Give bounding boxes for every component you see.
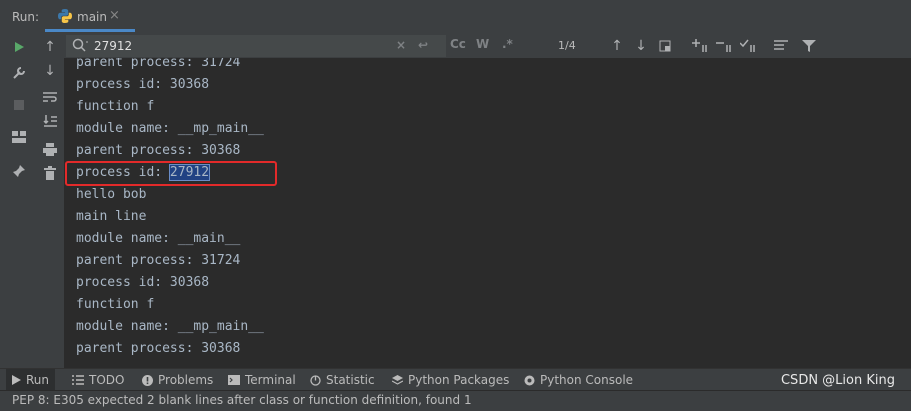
clear-search-icon[interactable]: × <box>396 38 406 52</box>
tool-tab-run[interactable]: Run <box>6 369 56 391</box>
console-line: module name: __mp_main__ <box>76 121 264 136</box>
add-occurrence-icon[interactable] <box>692 37 710 55</box>
tool-tab-python-console[interactable]: Python Console <box>524 373 633 387</box>
toggle-select-occurrence-icon[interactable] <box>740 37 758 55</box>
console-line: function f <box>76 99 155 114</box>
match-count: 1/4 <box>558 39 576 52</box>
tool-tab-statistic[interactable]: Statistic <box>310 373 375 387</box>
tool-tab-python-packages-label: Python Packages <box>408 373 510 387</box>
scroll-to-end-icon[interactable] <box>41 112 59 130</box>
tool-window-bar: Run TODO Problems Terminal Statistic Pyt… <box>0 368 911 391</box>
soft-wrap-icon[interactable] <box>41 88 59 106</box>
tool-tab-todo-label: TODO <box>89 373 125 387</box>
console-line: process id: 30368 <box>76 275 210 290</box>
tool-tab-python-console-label: Python Console <box>540 373 634 387</box>
list-icon <box>72 375 84 385</box>
statistic-icon <box>310 374 321 386</box>
run-label: Run: <box>12 10 40 24</box>
arrow-down-icon[interactable]: ↓ <box>41 62 59 80</box>
stop-icon[interactable] <box>10 96 28 114</box>
tool-tab-run-label: Run <box>26 373 50 387</box>
console-line: parent process: 31724 <box>76 253 241 268</box>
print-icon[interactable] <box>41 140 59 158</box>
remove-occurrence-icon[interactable] <box>716 37 734 55</box>
console-line: module name: __mp_main__ <box>76 319 264 334</box>
terminal-icon <box>228 375 240 385</box>
console-line: parent process: 30368 <box>76 143 241 158</box>
filter-icon[interactable] <box>800 37 818 55</box>
layout-icon[interactable] <box>10 128 28 146</box>
wrench-icon[interactable] <box>10 64 28 82</box>
console-line: parent process: 31724 <box>76 58 241 70</box>
search-match-highlight: 27912 <box>168 164 211 181</box>
info-icon <box>142 374 153 386</box>
regex-button[interactable]: .* <box>502 37 513 51</box>
filter-lines-icon[interactable] <box>772 37 790 55</box>
console-line: hello bob <box>76 187 147 202</box>
run-toolbar-primary <box>0 34 36 368</box>
python-console-icon <box>524 375 535 385</box>
tool-tab-statistic-label: Statistic <box>326 373 375 387</box>
tool-tab-python-packages[interactable]: Python Packages <box>392 373 509 387</box>
tool-tab-terminal-label: Terminal <box>245 373 296 387</box>
tool-tab-terminal[interactable]: Terminal <box>228 373 296 387</box>
python-icon <box>57 8 73 27</box>
tab-main-label: main <box>77 10 107 24</box>
layers-icon <box>392 374 403 385</box>
status-message[interactable]: PEP 8: E305 expected 2 blank lines after… <box>12 393 472 407</box>
tool-tab-todo[interactable]: TODO <box>72 373 124 387</box>
console-output[interactable]: parent process: 31724 process id: 30368 … <box>64 58 911 368</box>
pin-icon[interactable] <box>10 162 28 180</box>
tool-tab-problems-label: Problems <box>158 373 214 387</box>
match-case-button[interactable]: Cc <box>450 37 466 51</box>
close-icon[interactable]: × <box>109 8 120 23</box>
search-field: × ↩ <box>66 35 446 57</box>
tool-tab-problems[interactable]: Problems <box>142 373 213 387</box>
search-icon[interactable] <box>72 38 88 57</box>
whole-words-button[interactable]: W <box>476 37 489 51</box>
console-line: parent process: 30368 <box>76 341 241 356</box>
console-line: function f <box>76 297 155 312</box>
find-bar: × ↩ Cc W .* 1/4 ↑ ↓ <box>64 34 911 59</box>
run-tool-window-header: Run: main × <box>0 0 911 35</box>
console-line-highlighted: process id: 27912 <box>76 162 211 184</box>
status-bar: PEP 8: E305 expected 2 blank lines after… <box>0 390 911 411</box>
console-line-prefix: process id: <box>76 165 170 180</box>
previous-occurrence-icon[interactable]: ↑ <box>608 37 626 55</box>
run-toolbar-secondary: ↑ ↓ <box>36 34 65 368</box>
console-line: module name: __main__ <box>76 231 241 246</box>
tab-main[interactable]: main × <box>45 0 135 32</box>
run-icon[interactable] <box>10 38 28 56</box>
search-input[interactable] <box>94 37 344 55</box>
arrow-up-icon[interactable]: ↑ <box>41 38 59 56</box>
watermark: CSDN @Lion King <box>780 373 895 388</box>
new-line-icon[interactable]: ↩ <box>418 38 428 52</box>
console-line: process id: 30368 <box>76 77 210 92</box>
trash-icon[interactable] <box>41 164 59 182</box>
run-icon <box>12 375 21 385</box>
next-occurrence-icon[interactable]: ↓ <box>632 37 650 55</box>
console-line: main line <box>76 209 147 224</box>
select-all-occurrences-icon[interactable] <box>656 37 674 55</box>
